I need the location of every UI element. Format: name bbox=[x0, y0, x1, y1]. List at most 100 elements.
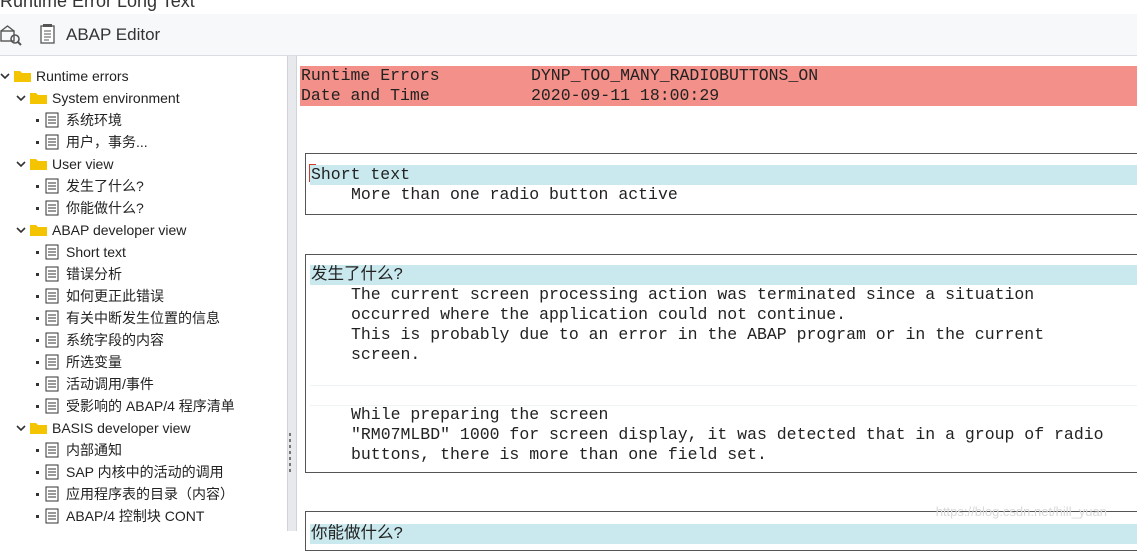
tree-item[interactable]: 系统环境 bbox=[36, 109, 122, 131]
document-icon bbox=[45, 244, 59, 260]
tree-item[interactable]: 活动调用/事件 bbox=[36, 373, 154, 395]
bullet bbox=[36, 470, 39, 474]
chevron-down-icon[interactable] bbox=[0, 71, 10, 81]
tree-node-runtime-errors[interactable]: Runtime errors bbox=[0, 65, 129, 87]
tree-item[interactable]: 发生了什么? bbox=[36, 175, 144, 197]
text-line: While preparing the screen bbox=[351, 405, 609, 424]
tree-label: 用户，事务... bbox=[66, 134, 148, 150]
tree-label: System environment bbox=[52, 90, 180, 106]
header-value: 2020-09-11 18:00:29 bbox=[531, 86, 720, 105]
tree-label: ABAP developer view bbox=[52, 222, 187, 238]
document-icon bbox=[45, 178, 59, 194]
bullet bbox=[36, 140, 39, 144]
tree-label: 内部通知 bbox=[66, 442, 122, 458]
bullet bbox=[36, 184, 39, 188]
section-title: 发生了什么? bbox=[310, 265, 1137, 285]
tree-item[interactable]: 有关中断发生位置的信息 bbox=[36, 307, 220, 329]
folder-icon bbox=[30, 159, 47, 170]
chevron-down-icon[interactable] bbox=[16, 93, 26, 103]
header-row-runtime-errors: Runtime Errors DYNP_TOO_MANY_RADIOBUTTON… bbox=[300, 66, 1137, 86]
tree-label: 你能做什么? bbox=[66, 200, 144, 216]
tree-label: 应用程序表的目录（内容） bbox=[66, 486, 234, 502]
header-key: Runtime Errors bbox=[301, 66, 440, 85]
folder-icon bbox=[30, 423, 47, 434]
tree-item[interactable]: ABAP/4 控制块 CONT bbox=[36, 505, 204, 527]
bullet bbox=[36, 250, 39, 254]
tree-item[interactable]: 系统字段的内容 bbox=[36, 329, 164, 351]
text-line: screen. bbox=[351, 345, 421, 364]
tree-label: 受影响的 ABAP/4 程序清单 bbox=[66, 398, 235, 414]
document-icon bbox=[45, 288, 59, 304]
bullet bbox=[36, 272, 39, 276]
tree-group-abap-developer-view[interactable]: ABAP developer view bbox=[16, 219, 186, 241]
text-line: This is probably due to an error in the … bbox=[351, 325, 1045, 344]
tree-label: 系统字段的内容 bbox=[66, 332, 164, 348]
text-line: "RM07MLBD" 1000 for screen display, it w… bbox=[351, 425, 1104, 444]
bullet bbox=[36, 492, 39, 496]
text-line: The current screen processing action was… bbox=[351, 285, 1035, 304]
tree-item[interactable]: 受影响的 ABAP/4 程序清单 bbox=[36, 395, 235, 417]
bullet bbox=[36, 118, 39, 122]
tree-label: ABAP/4 控制块 CONT bbox=[66, 508, 205, 524]
tree-label: 所选变量 bbox=[66, 354, 122, 370]
tree-label: 错误分析 bbox=[66, 266, 122, 282]
watermark: https://blog.csdn.net/hill_yuan bbox=[935, 504, 1107, 519]
document-icon bbox=[45, 200, 59, 216]
text-line: buttons, there is more than one field se… bbox=[351, 445, 767, 464]
tree-item[interactable]: 如何更正此错误 bbox=[36, 285, 164, 307]
chevron-down-icon[interactable] bbox=[16, 423, 26, 433]
row-separator bbox=[310, 385, 1137, 386]
folder-icon bbox=[30, 225, 47, 236]
splitter-grip-icon[interactable] bbox=[288, 433, 292, 473]
folder-icon bbox=[14, 71, 31, 82]
document-icon bbox=[45, 398, 59, 414]
tree-item[interactable]: SAP 内核中的活动的调用 bbox=[36, 461, 224, 483]
other-object-icon[interactable] bbox=[0, 24, 22, 46]
tree-item[interactable]: 错误分析 bbox=[36, 263, 122, 285]
tree-label: BASIS developer view bbox=[52, 420, 191, 436]
document-icon bbox=[45, 266, 59, 282]
tree-group-user-view[interactable]: User view bbox=[16, 153, 113, 175]
document-icon bbox=[45, 310, 59, 326]
tree-item[interactable]: 应用程序表的目录（内容） bbox=[36, 483, 234, 505]
text-line: More than one radio button active bbox=[351, 185, 678, 204]
tree-item[interactable]: 用户，事务... bbox=[36, 131, 148, 153]
navigation-tree: Runtime errors System environment 系统环境 用… bbox=[0, 56, 287, 531]
tree-group-basis-developer-view[interactable]: BASIS developer view bbox=[16, 417, 191, 439]
section-what-happened: 发生了什么? The current screen processing act… bbox=[305, 254, 1137, 473]
bullet bbox=[36, 360, 39, 364]
bullet bbox=[36, 404, 39, 408]
tree-label: 发生了什么? bbox=[66, 178, 144, 194]
bullet bbox=[36, 316, 39, 320]
bullet bbox=[36, 514, 39, 518]
document-icon bbox=[45, 486, 59, 502]
tree-item[interactable]: 所选变量 bbox=[36, 351, 122, 373]
abap-editor-label: ABAP Editor bbox=[66, 25, 161, 44]
tree-item[interactable]: Short text bbox=[36, 241, 126, 263]
tree-label: 有关中断发生位置的信息 bbox=[66, 310, 220, 326]
bullet bbox=[36, 338, 39, 342]
tree-label: User view bbox=[52, 156, 114, 172]
folder-icon bbox=[30, 93, 47, 104]
tree-label: SAP 内核中的活动的调用 bbox=[66, 464, 224, 480]
header-key: Date and Time bbox=[301, 86, 430, 105]
document-icon bbox=[45, 112, 59, 128]
header-row-date-time: Date and Time 2020-09-11 18:00:29 bbox=[300, 86, 1137, 106]
document-icon bbox=[45, 442, 59, 458]
tree-label: Short text bbox=[66, 244, 126, 260]
tree-item[interactable]: 你能做什么? bbox=[36, 197, 144, 219]
chevron-down-icon[interactable] bbox=[16, 225, 26, 235]
document-icon bbox=[45, 464, 59, 480]
tree-label: 活动调用/事件 bbox=[66, 376, 154, 392]
window-title-bar: Runtime Error Long Text bbox=[0, 0, 1137, 14]
document-icon bbox=[45, 508, 59, 524]
abap-editor-button[interactable]: ABAP Editor bbox=[36, 14, 166, 55]
document-icon bbox=[45, 376, 59, 392]
text-line: occurred where the application could not… bbox=[351, 305, 847, 324]
tree-item[interactable]: 内部通知 bbox=[36, 439, 122, 461]
section-title: Short text bbox=[310, 165, 1137, 185]
tree-label: 如何更正此错误 bbox=[66, 288, 164, 304]
chevron-down-icon[interactable] bbox=[16, 159, 26, 169]
tree-group-system-environment[interactable]: System environment bbox=[16, 87, 180, 109]
long-text-pane: Runtime Errors DYNP_TOO_MANY_RADIOBUTTON… bbox=[298, 56, 1137, 551]
